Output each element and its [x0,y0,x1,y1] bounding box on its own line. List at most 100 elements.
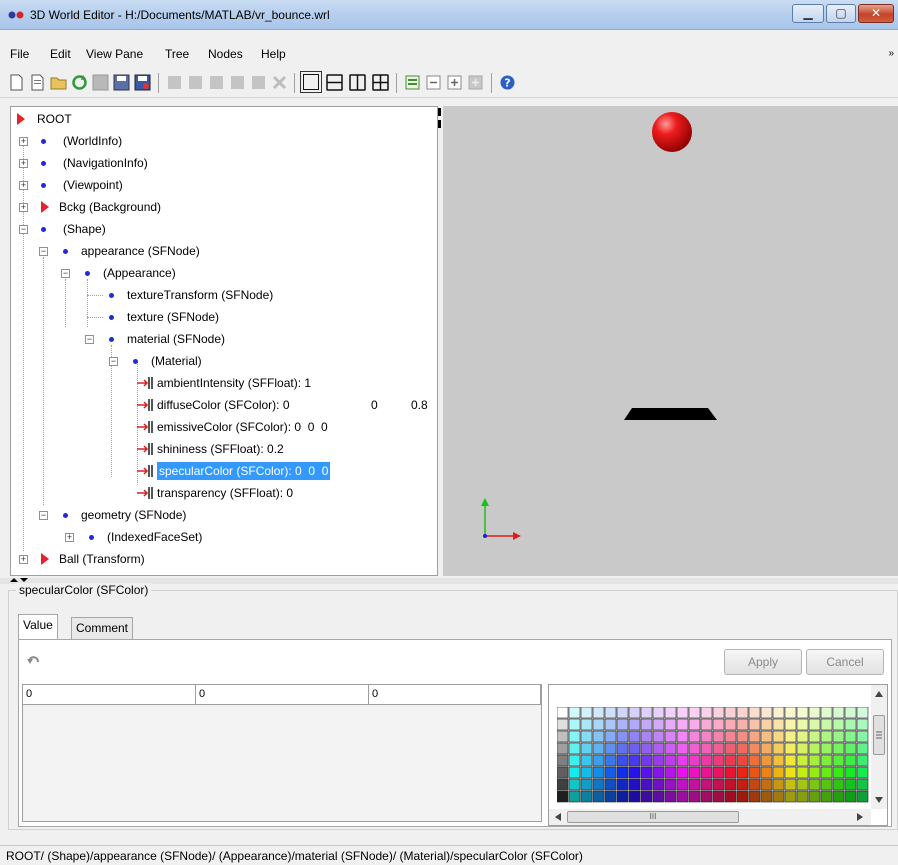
palette-swatch[interactable] [820,730,833,743]
palette-swatch[interactable] [772,718,785,731]
palette-swatch[interactable] [700,790,713,803]
palette-swatch[interactable] [616,754,629,767]
save-icon[interactable] [92,74,109,91]
palette-swatch[interactable] [784,790,797,803]
palette-swatch[interactable] [748,754,761,767]
palette-swatch[interactable] [628,718,641,731]
tree-item-appearance[interactable]: − (Appearance) [11,263,431,283]
palette-swatch[interactable] [748,790,761,803]
palette-swatch[interactable] [676,718,689,731]
palette-swatch[interactable] [772,730,785,743]
palette-swatch[interactable] [676,790,689,803]
palette-swatch[interactable] [796,766,809,779]
palette-swatch[interactable] [557,766,569,779]
apply-button[interactable]: Apply [724,649,802,675]
palette-swatch[interactable] [772,778,785,791]
delete-icon[interactable] [271,74,288,91]
expand-icon[interactable]: + [19,555,28,564]
palette-swatch[interactable] [808,754,821,767]
palette-swatch[interactable] [688,730,701,743]
collapse-icon[interactable]: − [85,335,94,344]
reload-icon[interactable] [71,74,88,91]
palette-swatch[interactable] [652,778,665,791]
palette-swatch[interactable] [604,754,617,767]
palette-swatch[interactable] [748,742,761,755]
menu-overflow-icon[interactable]: » [888,48,894,59]
palette-swatch[interactable] [796,730,809,743]
palette-swatch[interactable] [832,754,845,767]
palette-swatch[interactable] [700,742,713,755]
menu-tree[interactable]: Tree [165,47,189,61]
palette-swatch[interactable] [640,707,653,719]
palette-swatch[interactable] [580,766,593,779]
split-horizontal-icon[interactable] [326,74,343,91]
add-icon[interactable] [467,74,484,91]
palette-swatch[interactable] [736,707,749,719]
palette-swatch[interactable] [808,718,821,731]
palette-swatch[interactable] [604,778,617,791]
palette-swatch[interactable] [808,730,821,743]
palette-swatch[interactable] [616,790,629,803]
palette-swatch[interactable] [640,742,653,755]
palette-swatch[interactable] [772,790,785,803]
palette-swatch[interactable] [808,742,821,755]
palette-swatch[interactable] [616,778,629,791]
palette-swatch[interactable] [832,707,845,719]
palette-swatch[interactable] [604,730,617,743]
palette-swatch[interactable] [664,742,677,755]
palette-swatch[interactable] [604,766,617,779]
palette-swatch[interactable] [832,766,845,779]
expand-icon[interactable]: + [19,203,28,212]
palette-swatch[interactable] [760,718,773,731]
palette-swatch[interactable] [844,730,857,743]
palette-swatch[interactable] [844,754,857,767]
palette-swatch[interactable] [736,754,749,767]
palette-swatch[interactable] [796,742,809,755]
palette-swatch[interactable] [700,707,713,719]
collapse-icon[interactable]: − [109,357,118,366]
palette-swatch[interactable] [664,778,677,791]
scroll-up-icon[interactable] [875,691,883,697]
palette-swatch[interactable] [628,742,641,755]
palette-swatch[interactable] [688,754,701,767]
paste-special-icon[interactable] [250,74,267,91]
palette-swatch[interactable] [568,766,581,779]
palette-swatch[interactable] [820,718,833,731]
value-field-red[interactable]: 0 [23,685,196,705]
palette-swatch[interactable] [760,707,773,719]
palette-swatch[interactable] [784,707,797,719]
palette-swatch[interactable] [580,707,593,719]
palette-swatch[interactable] [712,718,725,731]
palette-swatch[interactable] [568,718,581,731]
palette-swatch[interactable] [796,707,809,719]
palette-swatch[interactable] [820,766,833,779]
scroll-left-icon[interactable] [555,813,561,821]
palette-swatch[interactable] [784,766,797,779]
palette-swatch[interactable] [700,778,713,791]
tab-value[interactable]: Value [18,614,58,640]
palette-swatch[interactable] [557,730,569,743]
palette-swatch[interactable] [748,778,761,791]
palette-swatch[interactable] [688,790,701,803]
palette-swatch[interactable] [652,742,665,755]
palette-swatch[interactable] [724,730,737,743]
value-field-green[interactable]: 0 [196,685,369,705]
palette-swatch[interactable] [580,778,593,791]
tree-item-diffusecolor[interactable]: diffuseColor (SFColor): 0 0 0.8 [11,395,431,415]
open-folder-icon[interactable] [50,74,67,91]
expand-icon[interactable]: + [19,159,28,168]
palette-swatch[interactable] [616,742,629,755]
expand-icon[interactable]: + [65,533,74,542]
palette-swatch[interactable] [808,766,821,779]
palette-swatch[interactable] [628,778,641,791]
color-palette[interactable] [557,707,869,807]
palette-swatch[interactable] [640,754,653,767]
palette-swatch[interactable] [772,742,785,755]
palette-horizontal-scrollbar[interactable]: III [549,809,871,825]
menu-help[interactable]: Help [261,47,286,61]
palette-swatch[interactable] [832,790,845,803]
palette-swatch[interactable] [736,718,749,731]
cancel-button[interactable]: Cancel [806,649,884,675]
palette-swatch[interactable] [616,707,629,719]
palette-swatch[interactable] [748,707,761,719]
